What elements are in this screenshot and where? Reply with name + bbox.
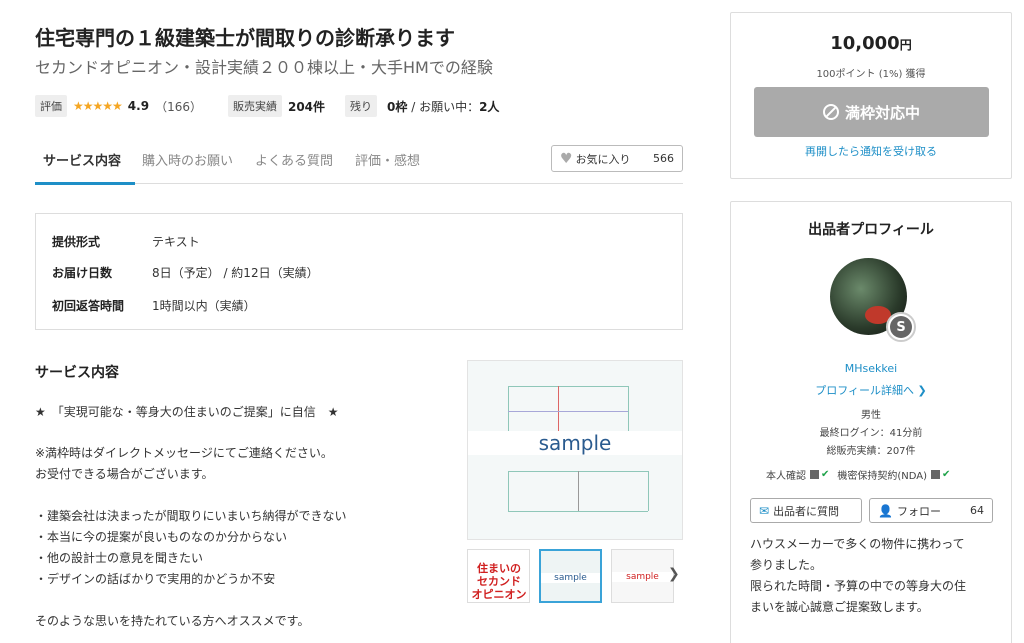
requesting-label: / お願い中： [407, 99, 480, 114]
favorite-label: お気に入り [575, 152, 631, 166]
tab-bar: サービス内容 購入時のお願い よくある質問 評価・感想 ♥ お気に入り 566 [35, 140, 683, 185]
info-row: 提供形式 テキスト [52, 233, 200, 250]
info-value: テキスト [152, 235, 200, 249]
check-icon: ✔ [821, 469, 830, 480]
description-line: ・本当に今の提案が良いものなのか分からない [35, 530, 288, 544]
full-capacity-label: 満枠対応中 [844, 103, 920, 122]
heart-icon: ♥ [560, 150, 573, 167]
sales-value: 204件 [287, 99, 326, 114]
ask-seller-button[interactable]: ✉ 出品者に質問 [750, 498, 862, 523]
profile-detail-link[interactable]: プロフィール詳細へ ❯ [731, 382, 1011, 398]
thumbnail-text: セカンド [477, 575, 521, 588]
page-title: 住宅専門の１級建築士が間取りの診断承ります [35, 26, 455, 50]
rating-count[interactable]: （166） [155, 98, 202, 115]
tab-reviews[interactable]: 評価・感想 [355, 150, 420, 169]
description-line: そのような思いを持たれている方へオススメです。 [35, 614, 310, 628]
profile-title: 出品者プロフィール [808, 222, 934, 238]
info-key: 初回返答時間 [52, 299, 125, 313]
rating-tag: 評価 [35, 95, 67, 117]
description-line: お受付できる場合がございます。 [35, 467, 214, 481]
seller-gender: 男性 [861, 410, 881, 421]
description-line: ・他の設計士の意見を聞きたい [35, 551, 204, 565]
purchase-box: 10,000円 100ポイント (1%) 獲得 満枠対応中 再開したら通知を受け… [730, 12, 1012, 179]
total-sales: 総販売実績：207件 [826, 446, 916, 457]
sample-image-main[interactable]: sample [467, 360, 683, 540]
nda-label: 機密保持契約(NDA) [837, 471, 928, 482]
follow-count: 64 [970, 504, 984, 517]
notify-link[interactable]: 再開したら通知を受け取る [731, 143, 1011, 159]
id-card-icon [810, 470, 819, 479]
remaining-tag: 残り [345, 95, 378, 117]
description-line: ※満枠時はダイレクトメッセージにてご連絡ください。 [35, 446, 333, 460]
remaining-value: 0枠 [387, 99, 408, 114]
description-line: ・デザインの話ばかりで実用的かどうか不安 [35, 572, 276, 586]
chevron-right-icon: ❯ [914, 384, 927, 397]
service-info-box: 提供形式 テキスト お届け日数 8日（予定） / 約12日（実績） 初回返答時間… [35, 213, 683, 330]
identity-verified-label: 本人確認 [766, 471, 806, 482]
service-meta: 評価 ★★★★★ 4.9 （166） 販売実績 204件 残り 0枠 / お願い… [35, 95, 499, 117]
thumbnail-text: 住まいの [477, 562, 521, 575]
ban-icon [822, 104, 839, 120]
thumbnail-label: sample [541, 573, 600, 583]
tab-purchase-request[interactable]: 購入時のお願い [142, 150, 233, 169]
info-row: お届け日数 8日（予定） / 約12日（実績） [52, 264, 319, 281]
price: 10,000円 [731, 33, 1011, 54]
seller-name[interactable]: MHsekkei [731, 362, 1011, 375]
follow-button[interactable]: 👤 フォロー 64 [869, 498, 993, 523]
last-login: 最終ログイン：41分前 [819, 428, 923, 439]
service-section-title: サービス内容 [35, 365, 119, 381]
info-key: お届け日数 [52, 266, 113, 280]
info-value: 8日（予定） / 約12日（実績） [152, 266, 319, 280]
follow-label: フォロー [896, 504, 941, 518]
intro-line: 参りました。 [750, 558, 823, 572]
rating-value: 4.9 [127, 99, 150, 113]
description-line: ・建築会社は決まったが間取りにいまいち納得ができない [35, 509, 347, 523]
mail-icon: ✉ [759, 503, 770, 518]
chevron-right-icon[interactable]: ❯ [668, 566, 680, 582]
intro-line: ハウスメーカーで多くの物件に携わって [750, 537, 965, 551]
price-currency: 円 [899, 38, 912, 52]
ask-seller-label: 出品者に質問 [773, 504, 840, 518]
thumbnail-1[interactable]: 住まいの セカンド オピニオン [467, 549, 530, 603]
tab-faq[interactable]: よくある質問 [255, 150, 333, 169]
page-subtitle: セカンドオピニオン・設計実績２００棟以上・大手HMでの経験 [35, 58, 493, 77]
info-value: 1時間以内（実績） [152, 299, 256, 313]
info-key: 提供形式 [52, 235, 101, 249]
thumbnail-text: オピニオン [471, 588, 527, 601]
verification-row: 本人確認 ✔ 機密保持契約(NDA) ✔ [766, 467, 958, 482]
seller-profile-box: 出品者プロフィール S MHsekkei プロフィール詳細へ ❯ 男性 最終ログ… [730, 201, 1012, 643]
info-row: 初回返答時間 1時間以内（実績） [52, 297, 256, 314]
intro-line: 限られた時間・予算の中での等身大の住 [750, 579, 967, 593]
user-plus-icon: 👤 [878, 503, 893, 518]
thumbnail-2[interactable]: sample [539, 549, 602, 603]
requesting-value: 2人 [479, 99, 500, 114]
sales-tag: 販売実績 [227, 95, 282, 117]
document-icon [931, 470, 941, 479]
description-line: ★ 「実現可能な・等身大の住まいのご提案」に自信 ★ [35, 405, 339, 419]
price-value: 10,000 [830, 33, 900, 54]
favorite-count: 566 [653, 152, 674, 165]
favorite-button[interactable]: ♥ お気に入り 566 [551, 145, 683, 172]
active-tab-indicator [35, 182, 135, 185]
check-icon: ✔ [942, 469, 951, 480]
sample-watermark: sample [468, 431, 682, 455]
tab-service[interactable]: サービス内容 [43, 150, 121, 169]
points-note: 100ポイント (1%) 獲得 [816, 69, 926, 80]
intro-line: まいを誠心誠意ご提案致します。 [750, 600, 929, 614]
star-rating-icon: ★★★★★ [73, 99, 123, 113]
thumbnail-3[interactable]: sample [611, 549, 674, 603]
thumbnail-label: sample [612, 572, 673, 582]
full-capacity-button[interactable]: 満枠対応中 [754, 87, 989, 137]
rank-badge-icon: S [886, 312, 916, 342]
